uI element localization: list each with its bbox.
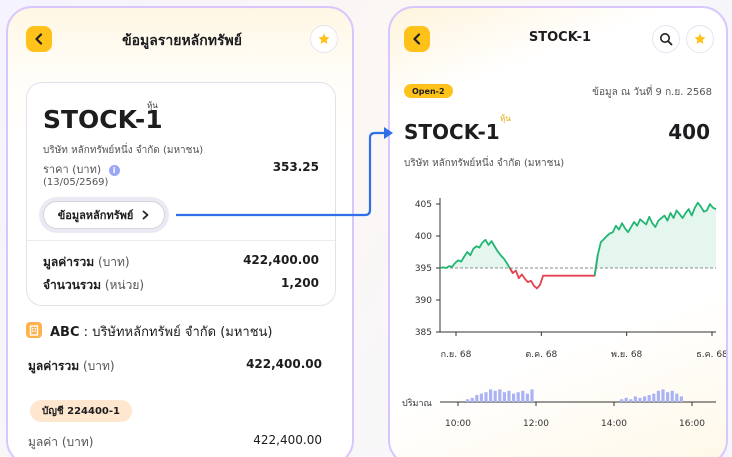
broker-value-label: มูลค่ารวม (บาท) bbox=[28, 357, 115, 376]
volume-x-label: 16:00 bbox=[679, 419, 705, 429]
stock-symbol: STOCK-1 bbox=[404, 120, 500, 144]
card-divider bbox=[27, 240, 335, 241]
price-value: 353.25 bbox=[272, 160, 319, 174]
broker-value: 422,400.00 bbox=[246, 357, 322, 371]
volume-bar bbox=[666, 392, 670, 402]
volume-bar bbox=[620, 399, 624, 402]
broker-code: ABC bbox=[50, 325, 80, 340]
volume-bar bbox=[652, 393, 656, 402]
volume-bar bbox=[679, 396, 683, 402]
x-tick-label: พ.ย. 68 bbox=[611, 350, 643, 360]
stock-card: STOCK-1 หุ้น บริษัท หลักทรัพย์หนึ่ง จำกั… bbox=[26, 82, 336, 306]
volume-bar bbox=[670, 390, 674, 402]
volume-bar bbox=[624, 397, 628, 402]
volume-bar bbox=[525, 393, 529, 402]
volume-bar bbox=[493, 390, 497, 402]
y-tick-label: 400 bbox=[415, 232, 432, 242]
volume-label: ปริมาณ bbox=[402, 398, 432, 409]
price-line-down bbox=[508, 255, 599, 290]
price-chart: 405 400 395 390 385 ก.ย. 68 ต.ค. 68 พ.ย. 68 ธ.ค.… bbox=[402, 198, 728, 429]
price-label-text: ราคา (บาท) bbox=[43, 163, 102, 176]
volume-bar bbox=[498, 389, 502, 402]
volume-bar bbox=[633, 396, 637, 402]
right-phone-screen: STOCK-1 Open-2 ข้อมูล ณ วันที่ 9 ก.ย. 25… bbox=[388, 6, 728, 457]
volume-bar bbox=[638, 397, 642, 402]
search-button[interactable] bbox=[652, 25, 680, 53]
page-title: ข้อมูลรายหลักทรัพย์ bbox=[122, 33, 242, 49]
volume-bar bbox=[502, 392, 506, 402]
broker-value-label-bold: มูลค่ารวม bbox=[28, 359, 80, 373]
volume-bar bbox=[521, 390, 525, 402]
broker-separator: : bbox=[83, 325, 89, 340]
account-badge[interactable]: บัญชี 224400-1 bbox=[30, 400, 132, 422]
volume-x-label: 10:00 bbox=[445, 419, 471, 429]
volume-bar bbox=[507, 390, 511, 402]
favorite-button[interactable] bbox=[310, 25, 338, 53]
volume-bar bbox=[512, 393, 516, 402]
x-tick-label: ธ.ค. 68 bbox=[696, 350, 728, 360]
volume-x-label: 14:00 bbox=[601, 419, 627, 429]
y-tick-label: 385 bbox=[415, 328, 432, 338]
search-icon bbox=[660, 33, 673, 46]
y-tick-label: 390 bbox=[415, 296, 432, 306]
price-date: (13/05/2569) bbox=[43, 177, 109, 188]
volume-bar bbox=[661, 389, 665, 402]
star-icon bbox=[694, 33, 706, 44]
volume-bar bbox=[475, 395, 479, 402]
volume-x-label: 12:00 bbox=[523, 419, 549, 429]
volume-bar bbox=[643, 396, 647, 402]
account-value-label: มูลค่า (บาท) bbox=[28, 435, 94, 449]
x-tick-label: ก.ย. 68 bbox=[441, 350, 472, 360]
stock-info-button[interactable]: ข้อมูลหลักทรัพย์ bbox=[43, 201, 165, 229]
volume-bar bbox=[484, 392, 488, 402]
company-name: บริษัท หลักทรัพย์หนึ่ง จำกัด (มหาชน) bbox=[43, 145, 204, 156]
star-icon bbox=[318, 33, 330, 44]
favorite-button[interactable] bbox=[686, 25, 714, 53]
total-value-label-unit: (บาท) bbox=[97, 255, 130, 269]
volume-bar bbox=[466, 399, 470, 402]
price-label: ราคา (บาท) i bbox=[43, 160, 120, 178]
company-name: บริษัท หลักทรัพย์หนึ่ง จำกัด (มหาชน) bbox=[404, 158, 565, 169]
as-of-date: ข้อมูล ณ วันที่ 9 ก.ย. 2568 bbox=[592, 87, 712, 98]
volume-bar bbox=[656, 390, 660, 402]
volume-bar bbox=[516, 392, 520, 402]
total-value-label-bold: มูลค่ารวม bbox=[43, 255, 95, 269]
broker-value-label-unit: (บาท) bbox=[82, 359, 115, 373]
x-tick-label: ต.ค. 68 bbox=[525, 350, 557, 360]
volume-bar bbox=[647, 395, 651, 402]
unit-superscript: หุ้น bbox=[147, 101, 158, 110]
total-qty-label-unit: (หน่วย) bbox=[104, 278, 145, 292]
info-icon[interactable]: i bbox=[108, 164, 120, 176]
total-value-label: มูลค่ารวม (บาท) bbox=[43, 253, 130, 272]
unit-superscript: หุ้น bbox=[500, 114, 511, 123]
building-icon bbox=[26, 322, 42, 338]
stock-info-button-label: ข้อมูลหลักทรัพย์ bbox=[57, 209, 134, 222]
total-qty-label: จำนวนรวม (หน่วย) bbox=[43, 276, 144, 295]
chevron-right-icon bbox=[142, 210, 149, 220]
volume-bar bbox=[470, 397, 474, 402]
price-area-up bbox=[594, 202, 716, 276]
total-qty: 1,200 bbox=[281, 276, 319, 290]
left-phone-screen: ข้อมูลรายหลักทรัพย์ STOCK-1 หุ้น บริษัท … bbox=[6, 6, 354, 457]
y-tick-label: 395 bbox=[415, 264, 432, 274]
volume-bar bbox=[489, 389, 493, 402]
volume-bar bbox=[675, 393, 679, 402]
current-price: 400 bbox=[668, 120, 710, 144]
broker-name: บริษัทหลักทรัพย์ จำกัด (มหาชน) bbox=[92, 325, 273, 340]
account-value: 422,400.00 bbox=[253, 433, 322, 447]
total-value: 422,400.00 bbox=[243, 253, 319, 267]
y-tick-label: 405 bbox=[415, 200, 432, 210]
volume-bar bbox=[629, 399, 633, 402]
stock-symbol: STOCK-1 bbox=[43, 105, 163, 134]
volume-bar bbox=[479, 393, 483, 402]
total-qty-label-bold: จำนวนรวม bbox=[43, 278, 102, 292]
market-session-badge: Open-2 bbox=[404, 84, 453, 98]
volume-bar bbox=[530, 389, 534, 402]
broker-heading: ABC : บริษัทหลักทรัพย์ จำกัด (มหาชน) bbox=[50, 321, 273, 342]
